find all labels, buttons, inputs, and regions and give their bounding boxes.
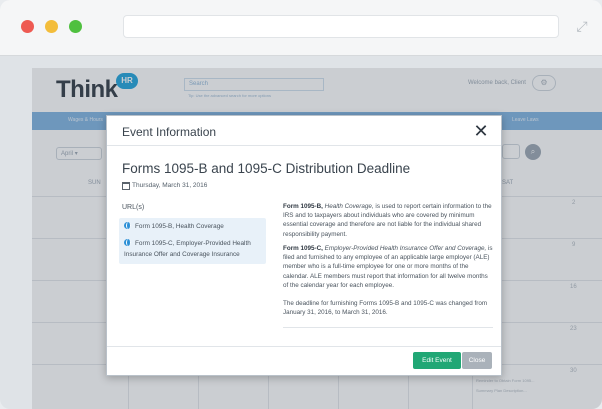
browser-toolbar: ⤢	[0, 0, 602, 56]
paragraph-italic: Health Coverage,	[324, 203, 374, 210]
address-bar[interactable]	[123, 15, 559, 38]
event-date: Thursday, March 31, 2016	[132, 182, 208, 189]
url-link-form-1095-b[interactable]: Form 1095-B, Health Coverage	[119, 218, 266, 237]
paragraph-italic: Employer-Provided Health Insurance Offer…	[324, 245, 487, 252]
modal-footer-divider	[107, 346, 501, 347]
close-icon[interactable]: ✕	[472, 121, 490, 141]
globe-icon	[124, 239, 131, 246]
url-heading: URL(s)	[122, 204, 145, 211]
edit-event-button[interactable]: Edit Event	[413, 352, 461, 369]
maximize-window-button[interactable]	[69, 20, 82, 33]
paragraph-bold: Form 1095-B,	[283, 203, 323, 210]
calendar-icon	[122, 182, 130, 190]
event-title: Forms 1095-B and 1095-C Distribution Dea…	[122, 161, 411, 176]
globe-icon	[124, 222, 131, 229]
divider	[283, 327, 493, 328]
paragraph-bold: Form 1095-C,	[283, 245, 323, 252]
browser-window: ⤢ Think HR Search Tip: Use the advanced …	[0, 0, 602, 409]
modal-header: Event Information ✕	[107, 116, 501, 146]
description-paragraph: Form 1095-C, Employer-Provided Health In…	[283, 244, 493, 290]
url-link-label: Form 1095-C, Employer-Provided Health In…	[124, 240, 251, 258]
url-link-label: Form 1095-B, Health Coverage	[135, 223, 224, 230]
description-paragraph: Form 1095-B, Health Coverage, is used to…	[283, 202, 493, 239]
expand-icon[interactable]: ⤢	[574, 18, 590, 34]
event-information-modal: Event Information ✕ Forms 1095-B and 109…	[106, 115, 502, 376]
url-link-form-1095-c[interactable]: Form 1095-C, Employer-Provided Health In…	[119, 235, 266, 264]
minimize-window-button[interactable]	[45, 20, 58, 33]
description-paragraph: The deadline for furnishing Forms 1095-B…	[283, 299, 493, 317]
close-button[interactable]: Close	[462, 352, 492, 369]
paragraph-text: The deadline for furnishing Forms 1095-B…	[283, 300, 488, 317]
close-window-button[interactable]	[21, 20, 34, 33]
modal-title: Event Information	[122, 125, 217, 139]
